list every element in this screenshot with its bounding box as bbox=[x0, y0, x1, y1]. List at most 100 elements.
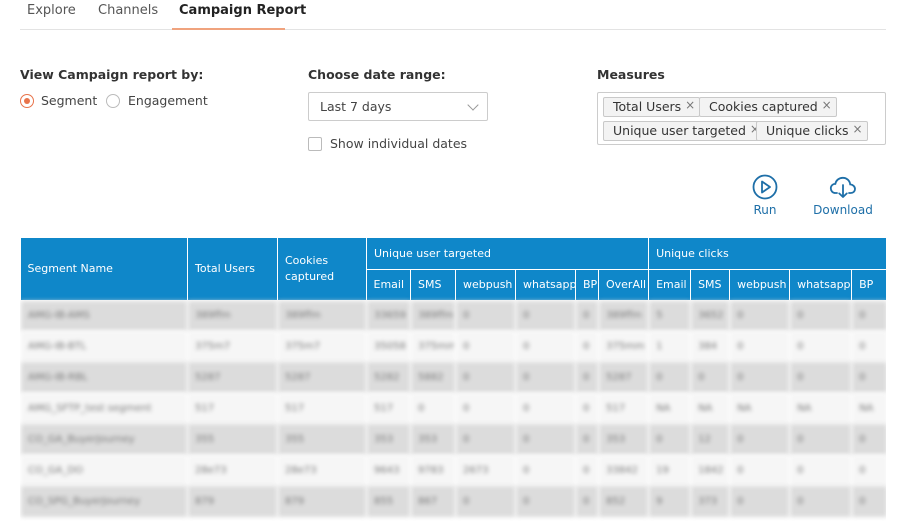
table-cell: 375m7 bbox=[277, 331, 367, 362]
subheader-clicks-email[interactable]: Email bbox=[648, 269, 691, 301]
table-cell: 0 bbox=[455, 424, 516, 455]
table-cell: 517 bbox=[366, 393, 411, 424]
remove-chip-icon[interactable]: × bbox=[822, 98, 832, 112]
table-cell: 0 bbox=[515, 455, 576, 486]
table-cell: NA bbox=[729, 393, 790, 424]
top-tab-bar: Explore Channels Campaign Report bbox=[20, 0, 886, 30]
table-row: AMG-IB-RBL 5287 5287 5282 5882 0 0 0 5287 0 0 0 0 0 bbox=[20, 362, 886, 393]
table-cell: 0 bbox=[455, 393, 516, 424]
table-cell: 28e73 bbox=[277, 455, 367, 486]
table-cell: 353 bbox=[366, 424, 411, 455]
chevron-down-icon bbox=[467, 99, 479, 111]
table-body: AMG-IB-AMS 389ffm 389ffm 33659 389ffm 0 0 0 389f… bbox=[20, 300, 886, 517]
download-button[interactable]: Download bbox=[810, 174, 876, 217]
table-row: AMG-IB-BTL 375m7 375m7 35058 375mm 0 0 0 375mm 1 3… bbox=[20, 331, 886, 362]
table-cell: 5287 bbox=[277, 362, 367, 393]
table-cell: 5287 bbox=[597, 362, 649, 393]
header-cookies-captured[interactable]: Cookies captured bbox=[277, 238, 367, 301]
subheader-clicks-webpush[interactable]: webpush bbox=[729, 269, 790, 301]
play-circle-icon bbox=[752, 174, 778, 200]
table-cell: 517 bbox=[187, 393, 278, 424]
subheader-targeted-email[interactable]: Email bbox=[366, 269, 411, 301]
table-cell: 375m7 bbox=[187, 331, 278, 362]
download-label: Download bbox=[813, 203, 873, 217]
header-total-users[interactable]: Total Users bbox=[187, 238, 278, 301]
tab-campaign-report[interactable]: Campaign Report bbox=[179, 3, 306, 18]
subheader-targeted-webpush[interactable]: webpush bbox=[455, 269, 516, 301]
table-cell: 867 bbox=[410, 486, 456, 517]
table-cell: 0 bbox=[455, 331, 516, 362]
table-cell: 5 bbox=[648, 300, 691, 331]
table-cell: 353 bbox=[597, 424, 649, 455]
table-cell: 0 bbox=[515, 300, 576, 331]
measures-multiselect[interactable]: Total Users × Cookies captured × Unique … bbox=[597, 92, 886, 145]
cloud-download-icon bbox=[829, 176, 856, 198]
table-cell: 9643 bbox=[366, 455, 411, 486]
remove-chip-icon[interactable]: × bbox=[852, 122, 862, 136]
table-cell: 0 bbox=[690, 362, 730, 393]
table-cell: 19 bbox=[648, 455, 691, 486]
measures-label: Measures bbox=[597, 67, 665, 82]
table-cell: NA bbox=[690, 393, 730, 424]
subheader-targeted-sms[interactable]: SMS bbox=[410, 269, 456, 301]
subheader-clicks-whatsapp[interactable]: whatsapp bbox=[789, 269, 852, 301]
table-cell: 355 bbox=[277, 424, 367, 455]
show-individual-dates-checkbox[interactable] bbox=[308, 137, 322, 151]
measure-chip-unique-clicks: Unique clicks × bbox=[756, 121, 868, 141]
table-cell: 0 bbox=[789, 362, 852, 393]
table-cell: 0 bbox=[729, 331, 790, 362]
table-cell: 0 bbox=[729, 424, 790, 455]
table-cell: 353 bbox=[410, 424, 456, 455]
table-cell: 373 bbox=[690, 486, 730, 517]
subheader-targeted-overall[interactable]: OverAll bbox=[597, 269, 649, 301]
segment-name-cell: CO_GA_DO bbox=[20, 455, 188, 486]
table-cell: 375mm bbox=[410, 331, 456, 362]
measure-chip-label: Unique user targeted bbox=[613, 123, 746, 138]
table-cell: 0 bbox=[729, 300, 790, 331]
table-row: AMG-IB-AMS 389ffm 389ffm 33659 389ffm 0 0 0 389f… bbox=[20, 300, 886, 331]
run-button[interactable]: Run bbox=[744, 174, 786, 217]
table-cell: 0 bbox=[575, 331, 599, 362]
table-cell: 0 bbox=[410, 393, 456, 424]
tab-explore[interactable]: Explore bbox=[27, 3, 76, 18]
table-cell: 0 bbox=[455, 486, 516, 517]
segment-radio-label[interactable]: Segment bbox=[41, 93, 97, 108]
remove-chip-icon[interactable]: × bbox=[685, 98, 695, 112]
table-cell: 9783 bbox=[410, 455, 456, 486]
table-cell: 1842 bbox=[690, 455, 730, 486]
campaign-report-table: Segment Name Total Users Cookies capture… bbox=[20, 238, 886, 521]
segment-name-cell: CO_GA_BuyerJourney bbox=[20, 424, 188, 455]
table-cell: 0 bbox=[515, 393, 576, 424]
segment-radio[interactable] bbox=[20, 94, 34, 108]
table-cell: 12 bbox=[690, 424, 730, 455]
date-range-select[interactable]: Last 7 days bbox=[308, 92, 488, 121]
view-by-label: View Campaign report by: bbox=[20, 67, 204, 82]
engagement-radio[interactable] bbox=[106, 94, 120, 108]
table-cell: 852 bbox=[597, 486, 649, 517]
table-cell: 375mm bbox=[597, 331, 649, 362]
table-cell: 28e73 bbox=[187, 455, 278, 486]
table-row: CO_GA_DO 28e73 28e73 9643 9783 2673 0 0 33842 19 1… bbox=[20, 455, 886, 486]
subheader-clicks-bp[interactable]: BP bbox=[851, 269, 886, 301]
table-cell: 0 bbox=[789, 486, 852, 517]
header-unique-user-targeted: Unique user targeted bbox=[365, 238, 649, 270]
table-cell: 0 bbox=[515, 362, 576, 393]
table-cell: 5882 bbox=[410, 362, 456, 393]
table-cell: NA bbox=[851, 393, 886, 424]
subheader-clicks-sms[interactable]: SMS bbox=[690, 269, 730, 301]
table-cell: 855 bbox=[366, 486, 411, 517]
header-segment-name[interactable]: Segment Name bbox=[20, 238, 188, 301]
show-individual-dates-label[interactable]: Show individual dates bbox=[330, 136, 467, 151]
subheader-targeted-bp[interactable]: BP bbox=[575, 269, 599, 301]
engagement-radio-label[interactable]: Engagement bbox=[128, 93, 208, 108]
measure-chip-cookies-captured: Cookies captured × bbox=[699, 97, 837, 117]
table-cell: 0 bbox=[789, 424, 852, 455]
subheader-targeted-whatsapp[interactable]: whatsapp bbox=[515, 269, 576, 301]
table-cell: 35058 bbox=[366, 331, 411, 362]
table-cell: 0 bbox=[575, 362, 599, 393]
table-cell: 389ffm bbox=[597, 300, 649, 331]
tab-channels[interactable]: Channels bbox=[98, 3, 158, 18]
table-cell: 0 bbox=[575, 486, 599, 517]
table-cell: 0 bbox=[455, 300, 516, 331]
table-row: CO_GA_BuyerJourney 355 355 353 353 0 0 0 353 0 12 0… bbox=[20, 424, 886, 455]
